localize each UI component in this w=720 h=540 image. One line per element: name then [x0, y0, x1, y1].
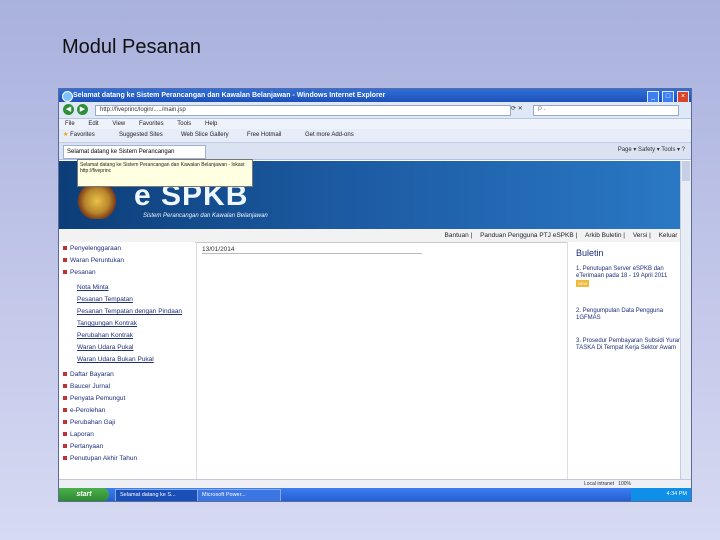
- taskbar: start Selamat datang ke S... Microsoft P…: [59, 488, 691, 501]
- bullet-icon: [63, 246, 67, 251]
- submenu-pesanan-tempatan[interactable]: Pesanan Tempatan: [77, 296, 133, 303]
- menu-help[interactable]: Help: [205, 121, 217, 127]
- sidebar-item-penutupan-akhir-tahun[interactable]: Penutupan Akhir Tahun: [63, 455, 137, 462]
- submenu-perubahan-kontrak[interactable]: Perubahan Kontrak: [77, 332, 133, 339]
- sidebar-item-penyelenggaraan[interactable]: Penyelenggaraan: [63, 245, 121, 252]
- sidebar-menu: Penyelenggaraan Waran Peruntukan Pesanan…: [59, 242, 195, 479]
- submenu-waran-udara-pukal[interactable]: Waran Udara Pukal: [77, 344, 133, 351]
- sidebar-item-laporan[interactable]: Laporan: [63, 431, 94, 438]
- bullet-icon: [63, 408, 67, 413]
- menu-view[interactable]: View: [112, 121, 125, 127]
- submenu-nota-minta[interactable]: Nota Minta: [77, 284, 108, 291]
- zone-label: Local intranet: [584, 481, 615, 487]
- sidebar-item-daftar-bayaran[interactable]: Daftar Bayaran: [63, 371, 114, 378]
- sidebar-item-e-perolehan[interactable]: e-Perolehan: [63, 407, 105, 414]
- current-date: 13/01/2014: [202, 246, 422, 254]
- star-icon: ★: [63, 132, 69, 138]
- zoom-level[interactable]: 100%: [618, 481, 631, 487]
- window-title: Selamat datang ke Sistem Perancangan dan…: [73, 92, 386, 99]
- menu-favorites[interactable]: Favorites: [139, 121, 164, 127]
- menu-file[interactable]: File: [65, 121, 75, 127]
- bullet-icon: [63, 444, 67, 449]
- tab-bar: Selamat datang ke Sistem Perancangan Pag…: [59, 143, 691, 160]
- menu-edit[interactable]: Edit: [88, 121, 98, 127]
- address-input[interactable]: http://fiveprinc/login/...../main.jsp: [95, 105, 511, 116]
- bullet-icon: [63, 432, 67, 437]
- vertical-scrollbar[interactable]: [680, 161, 691, 479]
- bullet-icon: [63, 384, 67, 389]
- slide-title: Modul Pesanan: [62, 36, 201, 58]
- submenu-waran-udara-bukan-pukal[interactable]: Waran Udara Bukan Pukal: [77, 356, 154, 363]
- bulletin-title: Buletin: [576, 248, 604, 258]
- tooltip: Selamat datang ke Sistem Perancangan dan…: [77, 159, 253, 187]
- command-bar[interactable]: Page ▾ Safety ▾ Tools ▾ ?: [618, 146, 685, 153]
- fav-link-addons[interactable]: Get more Add-ons: [305, 129, 354, 142]
- back-icon[interactable]: ◀: [63, 104, 74, 115]
- sidebar-item-baucer-jurnal[interactable]: Baucer Jurnal: [63, 383, 110, 390]
- menu-bar: File Edit View Favorites Tools Help: [59, 119, 691, 129]
- bullet-icon: [63, 372, 67, 377]
- fav-link-webslice[interactable]: Web Slice Gallery: [181, 129, 229, 142]
- ie-logo-icon: [62, 91, 73, 102]
- bulletin-item[interactable]: 2. Pengumpulan Data Pengguna 1GFMAS: [576, 308, 682, 322]
- nav-arkib[interactable]: Arkib Buletin: [585, 232, 622, 239]
- government-crest-icon: [77, 183, 117, 219]
- top-navigation: Bantuan | Panduan Pengguna PTJ eSPKB | A…: [59, 229, 681, 243]
- nav-keluar[interactable]: Keluar: [659, 232, 678, 239]
- main-content: [196, 242, 567, 479]
- submenu-pesanan-pindaan[interactable]: Pesanan Tempatan dengan Pindaan: [77, 308, 182, 315]
- bulletin-item[interactable]: 1. Penutupan Server eSPKB dan eTerimaan …: [576, 266, 682, 288]
- bullet-icon: [63, 396, 67, 401]
- nav-versi[interactable]: Versi: [633, 232, 647, 239]
- taskbar-item-ie[interactable]: Selamat datang ke S...: [115, 489, 199, 501]
- sidebar-item-pesanan[interactable]: Pesanan: [63, 269, 96, 276]
- bullet-icon: [63, 456, 67, 461]
- address-bar: ◀ ▶ http://fiveprinc/login/...../main.js…: [59, 102, 691, 119]
- search-input[interactable]: P -: [533, 105, 679, 116]
- sidebar-item-perubahan-gaji[interactable]: Perubahan Gaji: [63, 419, 115, 426]
- bulletin-panel: Buletin 1. Penutupan Server eSPKB dan eT…: [567, 242, 682, 479]
- favorites-bar: ★ Favorites Suggested Sites Web Slice Ga…: [59, 129, 691, 143]
- menu-tools[interactable]: Tools: [177, 121, 191, 127]
- bullet-icon: [63, 420, 67, 425]
- scroll-thumb[interactable]: [682, 161, 690, 181]
- taskbar-item-powerpoint[interactable]: Microsoft Power...: [197, 489, 281, 501]
- nav-bantuan[interactable]: Bantuan: [445, 232, 469, 239]
- window-titlebar[interactable]: Selamat datang ke Sistem Perancangan dan…: [59, 89, 691, 103]
- fav-link-hotmail[interactable]: Free Hotmail: [247, 129, 281, 142]
- sidebar-item-waran[interactable]: Waran Peruntukan: [63, 257, 124, 264]
- bullet-icon: [63, 270, 67, 275]
- start-button[interactable]: start: [59, 488, 109, 501]
- tab-espkb[interactable]: Selamat datang ke Sistem Perancangan: [63, 145, 206, 159]
- favorites-button[interactable]: ★ Favorites: [63, 129, 95, 142]
- bullet-icon: [63, 258, 67, 263]
- browser-screenshot: Selamat datang ke Sistem Perancangan dan…: [58, 88, 692, 502]
- site-subtitle: Sistem Perancangan dan Kawalan Belanjawa…: [143, 213, 268, 219]
- sidebar-item-pertanyaan[interactable]: Pertanyaan: [63, 443, 103, 450]
- submenu-tanggungan-kontrak[interactable]: Tanggungan Kontrak: [77, 320, 137, 327]
- fav-link-suggested[interactable]: Suggested Sites: [119, 129, 163, 142]
- sidebar-item-penyata-pemungut[interactable]: Penyata Pemungut: [63, 395, 125, 402]
- forward-icon[interactable]: ▶: [77, 104, 88, 115]
- system-tray-clock: 4:34 PM: [631, 488, 691, 501]
- nav-panduan[interactable]: Panduan Pengguna PTJ eSPKB: [480, 232, 574, 239]
- refresh-icon[interactable]: ⟳ ✕: [511, 105, 527, 114]
- new-badge: NEW: [576, 280, 590, 287]
- bulletin-item[interactable]: 3. Prosedur Pembayaran Subsidi Yuran TAS…: [576, 338, 682, 352]
